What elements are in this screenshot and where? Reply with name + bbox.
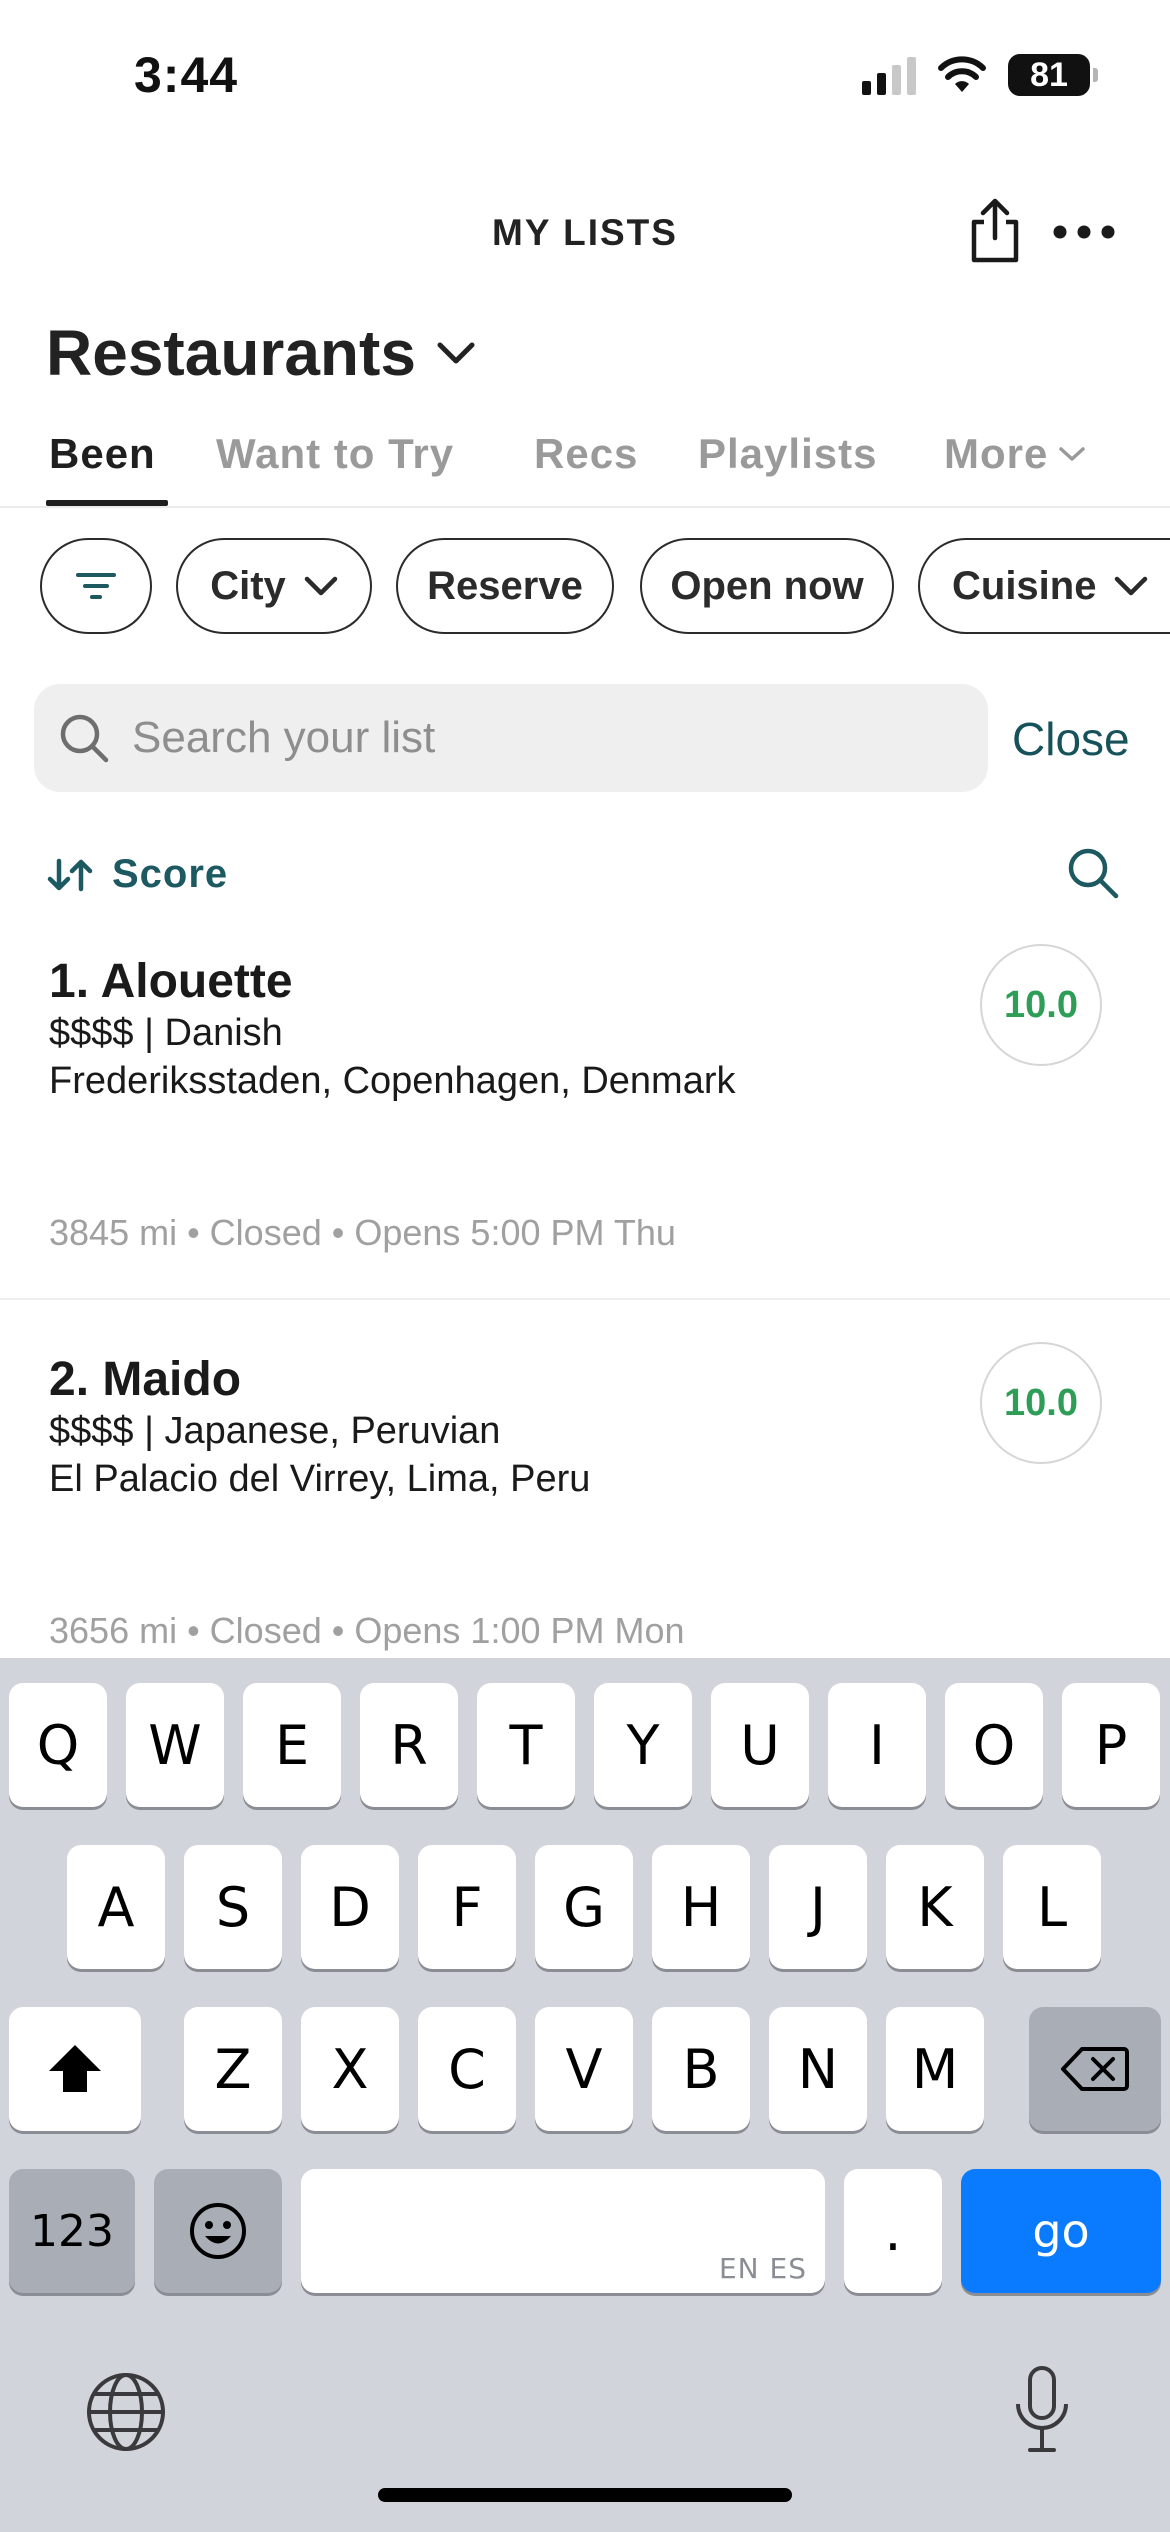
tab-playlists[interactable]: Playlists bbox=[698, 430, 877, 478]
tab-bar: Been Want to Try Recs Playlists More bbox=[0, 420, 1170, 508]
filter-chip-cuisine[interactable]: Cuisine bbox=[918, 538, 1170, 634]
period-key[interactable]: . bbox=[844, 2169, 942, 2293]
restaurant-name: 2. Maido bbox=[49, 1353, 242, 1406]
space-key[interactable]: EN ES bbox=[301, 2169, 825, 2293]
key-y[interactable]: Y bbox=[594, 1683, 692, 1807]
list-item[interactable]: 2. Maido $$$$ | Japanese, Peruvian El Pa… bbox=[0, 1338, 1170, 1658]
key-t[interactable]: T bbox=[477, 1683, 575, 1807]
filter-chip-label: Open now bbox=[670, 563, 864, 608]
key-m[interactable]: M bbox=[886, 2007, 984, 2131]
key-u[interactable]: U bbox=[711, 1683, 809, 1807]
key-l[interactable]: L bbox=[1003, 1845, 1101, 1969]
chevron-down-icon bbox=[1115, 576, 1148, 596]
status-icons: 81 bbox=[862, 54, 1098, 96]
search-icon bbox=[60, 714, 109, 763]
key-n[interactable]: N bbox=[769, 2007, 867, 2131]
tab-recs[interactable]: Recs bbox=[534, 430, 638, 478]
list-item[interactable]: 1. Alouette $$$$ | Danish Frederiksstade… bbox=[0, 940, 1170, 1292]
filter-chip-open-now[interactable]: Open now bbox=[640, 538, 894, 634]
key-h[interactable]: H bbox=[652, 1845, 750, 1969]
filter-chip-label: City bbox=[210, 563, 286, 608]
restaurant-price-cuisine: $$$$ | Danish bbox=[49, 1012, 283, 1054]
numbers-key[interactable]: 123 bbox=[9, 2169, 135, 2293]
tab-want-to-try[interactable]: Want to Try bbox=[216, 430, 454, 478]
shift-icon bbox=[49, 2045, 101, 2092]
divider bbox=[0, 1298, 1170, 1300]
wifi-icon bbox=[938, 56, 986, 92]
go-key[interactable]: go bbox=[961, 2169, 1161, 2293]
restaurant-name: 1. Alouette bbox=[49, 955, 293, 1008]
filter-chip-city[interactable]: City bbox=[176, 538, 372, 634]
backspace-icon bbox=[1061, 2047, 1129, 2091]
key-s[interactable]: S bbox=[184, 1845, 282, 1969]
key-d[interactable]: D bbox=[301, 1845, 399, 1969]
filter-chip-reserve[interactable]: Reserve bbox=[396, 538, 614, 634]
status-time: 3:44 bbox=[134, 47, 239, 103]
emoji-key[interactable] bbox=[154, 2169, 282, 2293]
search-bar bbox=[34, 684, 988, 792]
filter-button[interactable] bbox=[40, 538, 152, 634]
key-e[interactable]: E bbox=[243, 1683, 341, 1807]
restaurant-price-cuisine: $$$$ | Japanese, Peruvian bbox=[49, 1410, 501, 1452]
tab-more-label: More bbox=[944, 430, 1049, 477]
filter-icon bbox=[76, 573, 116, 599]
home-indicator bbox=[378, 2488, 792, 2502]
key-r[interactable]: R bbox=[360, 1683, 458, 1807]
microphone-icon[interactable] bbox=[1010, 2364, 1074, 2456]
share-icon[interactable] bbox=[960, 196, 1030, 266]
restaurant-location: El Palacio del Virrey, Lima, Peru bbox=[49, 1458, 591, 1500]
space-language-label: EN ES bbox=[718, 2252, 807, 2285]
sort-arrows-icon bbox=[47, 858, 93, 891]
key-v[interactable]: V bbox=[535, 2007, 633, 2131]
key-b[interactable]: B bbox=[652, 2007, 750, 2131]
search-input[interactable] bbox=[132, 713, 952, 763]
filter-chip-label: Reserve bbox=[427, 563, 583, 608]
key-a[interactable]: A bbox=[67, 1845, 165, 1969]
key-z[interactable]: Z bbox=[184, 2007, 282, 2131]
filter-chip-label: Cuisine bbox=[952, 563, 1097, 608]
key-w[interactable]: W bbox=[126, 1683, 224, 1807]
shift-key[interactable] bbox=[9, 2007, 141, 2131]
list-title: Restaurants bbox=[46, 317, 416, 389]
keyboard: Q W E R T Y U I O P A S D F G H J K L Z … bbox=[0, 1658, 1170, 2532]
cellular-signal-icon bbox=[862, 55, 916, 95]
key-p[interactable]: P bbox=[1062, 1683, 1160, 1807]
tab-been[interactable]: Been bbox=[49, 430, 156, 478]
key-f[interactable]: F bbox=[418, 1845, 516, 1969]
active-tab-indicator bbox=[46, 500, 168, 506]
sort-button[interactable]: Score bbox=[46, 852, 228, 897]
search-icon[interactable] bbox=[1064, 844, 1120, 900]
backspace-key[interactable] bbox=[1029, 2007, 1161, 2131]
globe-icon[interactable] bbox=[84, 2370, 168, 2454]
score-badge: 10.0 bbox=[980, 944, 1102, 1066]
key-k[interactable]: K bbox=[886, 1845, 984, 1969]
chevron-down-icon bbox=[437, 342, 475, 364]
tab-more[interactable]: More bbox=[944, 430, 1086, 478]
restaurant-meta: 3656 mi • Closed • Opens 1:00 PM Mon bbox=[49, 1610, 685, 1651]
key-c[interactable]: C bbox=[418, 2007, 516, 2131]
more-options-icon[interactable] bbox=[1052, 212, 1116, 252]
restaurant-meta: 3845 mi • Closed • Opens 5:00 PM Thu bbox=[49, 1212, 676, 1253]
chevron-down-icon bbox=[1059, 447, 1086, 461]
key-q[interactable]: Q bbox=[9, 1683, 107, 1807]
sort-label: Score bbox=[112, 852, 229, 896]
close-search-button[interactable]: Close bbox=[1012, 712, 1130, 766]
score-badge: 10.0 bbox=[980, 1342, 1102, 1464]
key-o[interactable]: O bbox=[945, 1683, 1043, 1807]
restaurant-location: Frederiksstaden, Copenhagen, Denmark bbox=[49, 1060, 736, 1102]
chevron-down-icon bbox=[304, 576, 338, 596]
key-g[interactable]: G bbox=[535, 1845, 633, 1969]
key-i[interactable]: I bbox=[828, 1683, 926, 1807]
key-j[interactable]: J bbox=[769, 1845, 867, 1969]
key-x[interactable]: X bbox=[301, 2007, 399, 2131]
battery-icon: 81 bbox=[1008, 54, 1098, 96]
list-selector[interactable]: Restaurants bbox=[46, 316, 476, 390]
emoji-icon bbox=[190, 2203, 246, 2259]
